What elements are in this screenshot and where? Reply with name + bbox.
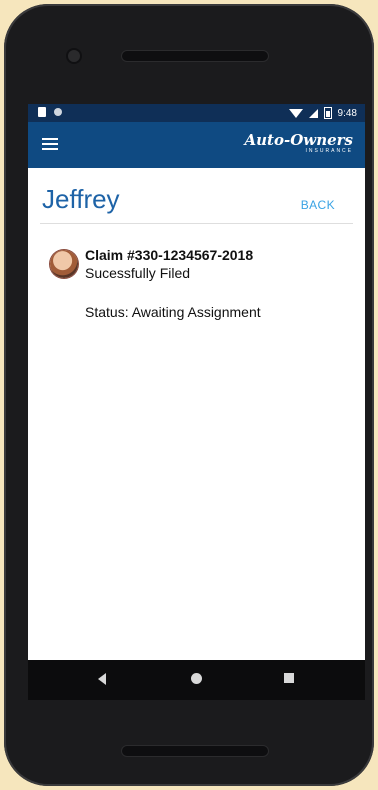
battery-icon — [323, 107, 332, 119]
brand-name: Auto-Owners — [244, 131, 353, 149]
avatar — [50, 250, 78, 278]
status-time: 9:48 — [337, 107, 357, 119]
bottom-speaker — [122, 746, 268, 756]
status-left-icons — [38, 107, 62, 117]
claim-title: Claim #330-1234567-2018 — [85, 247, 254, 263]
claim-status: Status: Awaiting Assignment — [85, 304, 261, 320]
sim-card-icon — [38, 107, 46, 117]
menu-icon[interactable] — [42, 137, 60, 151]
app-screen: 9:48 Auto-Owners INSURANCE Jeffrey BACK … — [28, 104, 365, 700]
claim-subtitle: Sucessfully Filed — [85, 265, 191, 281]
signal-icon — [308, 108, 318, 118]
brand-logo: Auto-Owners INSURANCE — [245, 131, 353, 154]
header-divider — [40, 223, 353, 224]
page-header: Jeffrey BACK — [28, 168, 365, 224]
back-icon[interactable] — [98, 673, 106, 685]
wifi-icon — [288, 108, 303, 118]
top-speaker — [122, 51, 268, 61]
status-right-icons: 9:48 — [288, 107, 357, 119]
status-bar: 9:48 — [28, 104, 365, 122]
home-icon[interactable] — [191, 673, 202, 684]
notification-dot-icon — [54, 108, 62, 116]
recent-apps-icon[interactable] — [284, 673, 294, 683]
app-bar: Auto-Owners INSURANCE — [28, 122, 365, 168]
page-title: Jeffrey — [42, 184, 120, 214]
front-camera — [68, 50, 80, 62]
back-button[interactable]: BACK — [301, 198, 335, 212]
claim-summary: Claim #330-1234567-2018 Sucessfully File… — [85, 247, 253, 281]
android-nav-bar — [28, 660, 365, 700]
phone-frame: 9:48 Auto-Owners INSURANCE Jeffrey BACK … — [4, 4, 374, 786]
